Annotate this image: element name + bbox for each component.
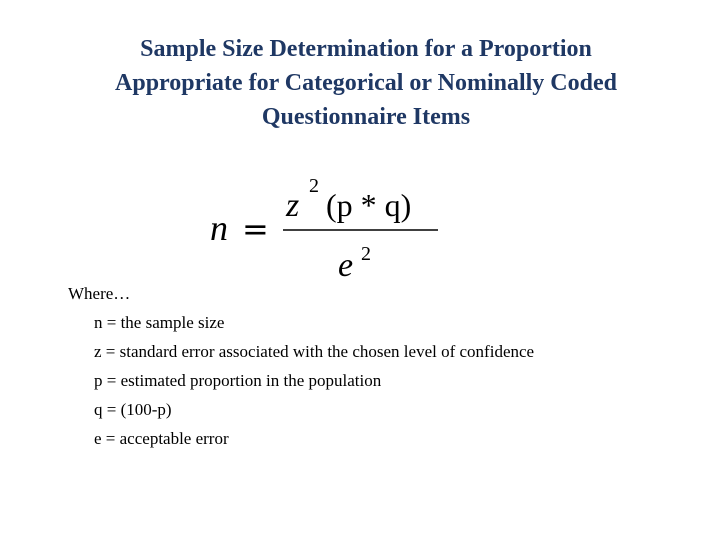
formula-graphic: n = z 2 (p * q) e 2 <box>210 175 438 284</box>
formula-denominator-e: e <box>338 247 353 284</box>
formula-numerator-exponent: 2 <box>309 175 319 197</box>
formula-numerator-paren: (p * q) <box>326 187 411 223</box>
definition-z: z = standard error associated with the c… <box>94 342 535 361</box>
where-label: Where… <box>68 284 131 303</box>
variable-definitions: Where… n = the sample size z = standard … <box>68 283 588 457</box>
sample-size-formula: n = z 2 (p * q) e 2 <box>0 0 720 300</box>
definition-p: p = estimated proportion in the populati… <box>94 371 382 390</box>
definition-n: n = the sample size <box>94 313 225 332</box>
formula-numerator-z: z <box>285 187 299 224</box>
formula-equals-sign: = <box>242 210 269 248</box>
formula-lhs-n: n <box>210 208 228 248</box>
definition-q: q = (100-p) <box>94 400 172 419</box>
formula-denominator-exponent: 2 <box>361 243 371 265</box>
slide: Sample Size Determination for a Proporti… <box>0 0 720 540</box>
definition-e: e = acceptable error <box>94 429 229 448</box>
